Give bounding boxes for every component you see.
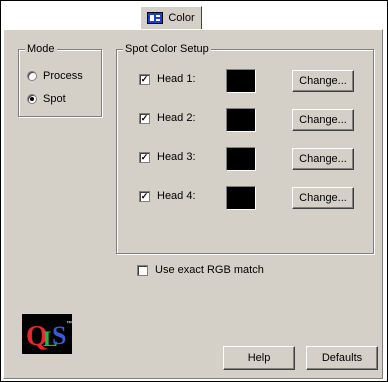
head-4-change-button[interactable]: Change... (292, 187, 354, 209)
spot-color-group-title: Spot Color Setup (123, 43, 211, 56)
head-2-color-swatch (226, 108, 256, 132)
rgb-match-checkbox[interactable] (137, 265, 148, 276)
head-1-change-button[interactable]: Change... (292, 70, 354, 92)
mode-group: Mode Process Spot (18, 43, 102, 117)
head-3-color-swatch (226, 147, 256, 171)
tab-strip: Color (1, 1, 387, 29)
head-row-4: ✓ Head 4: Change... (139, 186, 388, 210)
head-row-1: ✓ Head 1: Change... (139, 69, 388, 93)
mode-group-title: Mode (25, 43, 57, 56)
radio-process-indicator[interactable] (27, 71, 37, 81)
radio-spot[interactable]: Spot (27, 93, 66, 105)
help-button[interactable]: Help (223, 346, 295, 370)
head-row-3: ✓ Head 3: Change... (139, 147, 388, 171)
head-1-label: Head 1: (157, 73, 196, 85)
color-panel: Mode Process Spot Spot Color Setup ✓ Hea… (3, 29, 383, 379)
qls-logo: Q L S ™ (22, 314, 72, 354)
head-1-color-swatch (226, 69, 256, 93)
head-3-checkbox[interactable]: ✓ (139, 152, 150, 163)
head-4-color-swatch (226, 186, 256, 210)
head-4-checkbox[interactable]: ✓ (139, 191, 150, 202)
rgb-match-label: Use exact RGB match (155, 264, 264, 276)
spot-color-group: Spot Color Setup ✓ Head 1: Change... ✓ H… (116, 43, 374, 254)
head-3-change-button[interactable]: Change... (292, 148, 354, 170)
radio-spot-indicator[interactable] (27, 94, 37, 104)
head-4-label: Head 4: (157, 190, 196, 202)
head-2-checkbox[interactable]: ✓ (139, 113, 150, 124)
dialog-window: Color Mode Process Spot Spot Color Setup… (0, 0, 388, 382)
radio-process[interactable]: Process (27, 70, 83, 82)
radio-spot-label: Spot (43, 93, 66, 105)
svg-text:™: ™ (66, 320, 72, 327)
head-2-change-button[interactable]: Change... (292, 109, 354, 131)
color-tab-icon (147, 12, 164, 24)
tab-color-label: Color (168, 12, 195, 24)
head-3-label: Head 3: (157, 151, 196, 163)
radio-process-label: Process (43, 70, 83, 82)
head-1-checkbox[interactable]: ✓ (139, 74, 150, 85)
svg-text:S: S (52, 321, 66, 350)
head-2-label: Head 2: (157, 112, 196, 124)
defaults-button[interactable]: Defaults (306, 346, 378, 370)
tab-color[interactable]: Color (140, 6, 202, 29)
head-row-2: ✓ Head 2: Change... (139, 108, 388, 132)
